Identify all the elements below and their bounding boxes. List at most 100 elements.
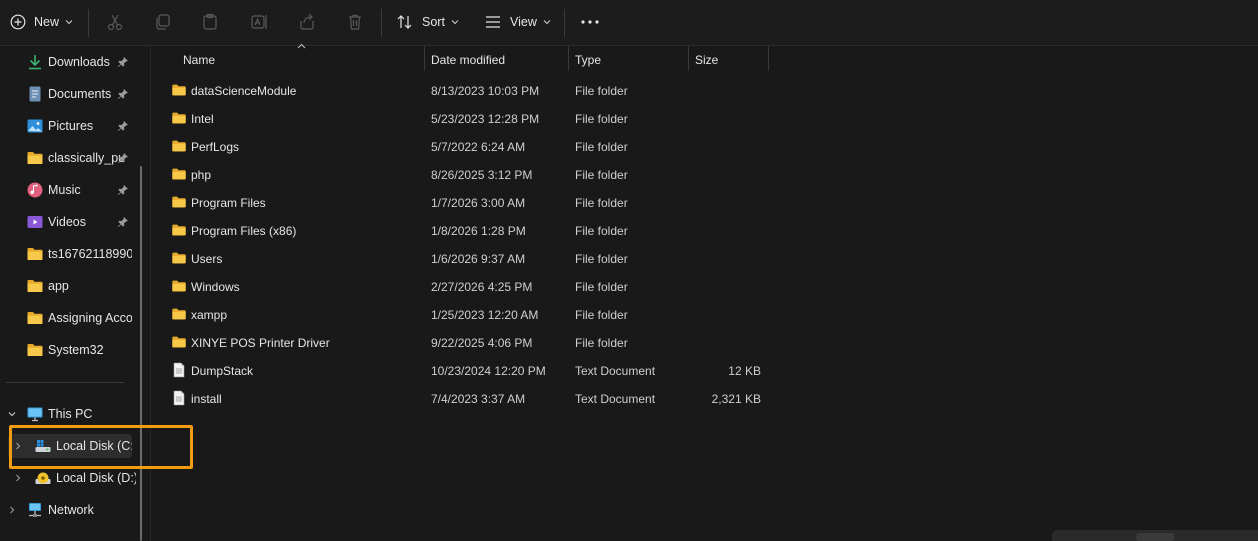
file-name: Intel <box>191 112 214 126</box>
table-row[interactable]: Intel 5/23/2023 12:28 PM File folder <box>152 104 772 132</box>
column-header-size[interactable]: Size <box>689 46 768 71</box>
file-name: install <box>191 392 222 406</box>
file-name: Windows <box>191 280 240 294</box>
nav-item-system32[interactable]: System32 <box>0 338 140 362</box>
delete-icon <box>349 14 361 30</box>
file-date: 1/8/2026 1:28 PM <box>431 224 526 238</box>
monitor-icon <box>27 407 43 422</box>
pin-icon <box>118 153 128 163</box>
text-file-icon <box>173 390 185 406</box>
file-type: File folder <box>575 112 628 126</box>
folder-icon <box>172 112 186 124</box>
table-row[interactable]: DumpStack 10/23/2024 12:20 PM Text Documen… <box>152 356 772 384</box>
sort-button-label: Sort <box>422 15 445 29</box>
pin-icon <box>118 217 128 227</box>
file-type: File folder <box>575 280 628 294</box>
file-date: 8/13/2023 10:03 PM <box>431 84 540 98</box>
view-icon <box>486 16 500 28</box>
table-row[interactable]: php 8/26/2025 3:12 PM File folder <box>152 160 772 188</box>
table-row[interactable]: Program Files (x86) 1/8/2026 1:28 PM File … <box>152 216 772 244</box>
new-button-label: New <box>34 15 60 29</box>
sort-ascending-icon <box>297 43 306 49</box>
folder-icon <box>172 140 186 152</box>
copy-button[interactable] <box>147 6 179 38</box>
new-button[interactable]: New <box>10 6 73 38</box>
table-row[interactable]: install 7/4/2023 3:37 AM Text Document 2,32… <box>152 384 772 412</box>
share-button[interactable] <box>291 6 323 38</box>
pin-icon <box>118 89 128 99</box>
file-name: Program Files (x86) <box>191 224 297 238</box>
file-date: 5/7/2022 6:24 AM <box>431 140 526 154</box>
file-name: PerfLogs <box>191 140 240 154</box>
folder-icon <box>27 312 43 324</box>
nav-item-documents[interactable]: Documents <box>0 82 140 106</box>
scrollbar-thumb[interactable] <box>1136 533 1174 541</box>
folder-icon <box>172 196 186 208</box>
file-size: 2,321 KB <box>711 392 761 406</box>
table-row[interactable]: XINYE POS Printer Driver 9/22/2025 4:06 P… <box>152 328 772 356</box>
rename-button[interactable] <box>243 6 275 38</box>
delete-button[interactable] <box>339 6 371 38</box>
sort-icon <box>397 15 412 29</box>
chevron-right-icon[interactable] <box>7 505 17 515</box>
nav-item-local-disk-d[interactable]: Local Disk (D:) <box>0 466 140 490</box>
folder-icon <box>172 224 186 236</box>
file-date: 7/4/2023 3:37 AM <box>431 392 526 406</box>
nav-item-app[interactable]: app <box>0 274 140 298</box>
command-bar: New Sort View <box>0 0 1258 46</box>
file-type: File folder <box>575 168 628 182</box>
pin-icon <box>118 121 128 131</box>
nav-item-downloads[interactable]: Downloads <box>0 50 140 74</box>
table-row[interactable]: dataScienceModule 8/13/2023 10:03 PM File … <box>152 76 772 104</box>
rename-icon <box>251 15 267 29</box>
file-type: File folder <box>575 252 628 266</box>
nav-item-network[interactable]: Network <box>0 498 140 522</box>
music-icon <box>27 182 43 198</box>
toolbar-separator <box>381 9 382 37</box>
nav-item-ts1676211899000[interactable]: ts1676211899000 <box>0 242 140 266</box>
paste-button[interactable] <box>194 6 226 38</box>
chevron-down-icon <box>451 20 459 25</box>
file-name: XINYE POS Printer Driver <box>191 336 330 350</box>
table-row[interactable]: xampp 1/25/2023 12:20 AM File folder <box>152 300 772 328</box>
folder-icon <box>27 248 43 260</box>
file-date: 5/23/2023 12:28 PM <box>431 112 540 126</box>
plus-circle-icon <box>10 14 26 30</box>
view-button[interactable]: View <box>484 6 551 38</box>
toolbar-separator <box>564 9 565 37</box>
nav-item-music[interactable]: Music <box>0 178 140 202</box>
table-row[interactable]: Program Files 1/7/2026 3:00 AM File folder <box>152 188 772 216</box>
nav-item-this-pc[interactable]: This PC <box>0 402 140 426</box>
file-size: 12 KB <box>728 364 761 378</box>
download-icon <box>29 55 41 70</box>
horizontal-scrollbar[interactable] <box>1052 530 1258 541</box>
more-options-button[interactable] <box>578 6 602 38</box>
chevron-right-icon[interactable] <box>13 473 23 483</box>
column-header-name[interactable]: Name <box>152 43 424 71</box>
column-header-type[interactable]: Type <box>569 46 688 71</box>
file-name: dataScienceModule <box>191 84 297 98</box>
nav-item-assigning[interactable]: Assigning Accou <box>0 306 140 330</box>
toolbar-separator <box>88 9 89 37</box>
share-icon <box>300 13 314 30</box>
file-type: File folder <box>575 140 628 154</box>
table-row[interactable]: Users 1/6/2026 9:37 AM File folder <box>152 244 772 272</box>
folder-icon <box>172 168 186 180</box>
column-separator[interactable] <box>768 46 769 71</box>
folder-icon <box>27 344 43 356</box>
chevron-down-icon[interactable] <box>7 409 17 419</box>
cut-button[interactable] <box>99 6 131 38</box>
folder-icon <box>27 280 43 292</box>
network-icon <box>29 503 41 517</box>
column-header-date[interactable]: Date modified <box>425 46 568 71</box>
folder-icon <box>172 252 186 264</box>
table-row[interactable]: Windows 2/27/2026 4:25 PM File folder <box>152 272 772 300</box>
file-type: File folder <box>575 196 628 210</box>
sort-button[interactable]: Sort <box>396 6 459 38</box>
nav-scrollbar[interactable] <box>140 166 142 541</box>
table-row[interactable]: PerfLogs 5/7/2022 6:24 AM File folder <box>152 132 772 160</box>
file-date: 8/26/2025 3:12 PM <box>431 168 533 182</box>
nav-item-classically[interactable]: classically_pu <box>0 146 140 170</box>
nav-item-videos[interactable]: Videos <box>0 210 140 234</box>
nav-item-pictures[interactable]: Pictures <box>0 114 140 138</box>
